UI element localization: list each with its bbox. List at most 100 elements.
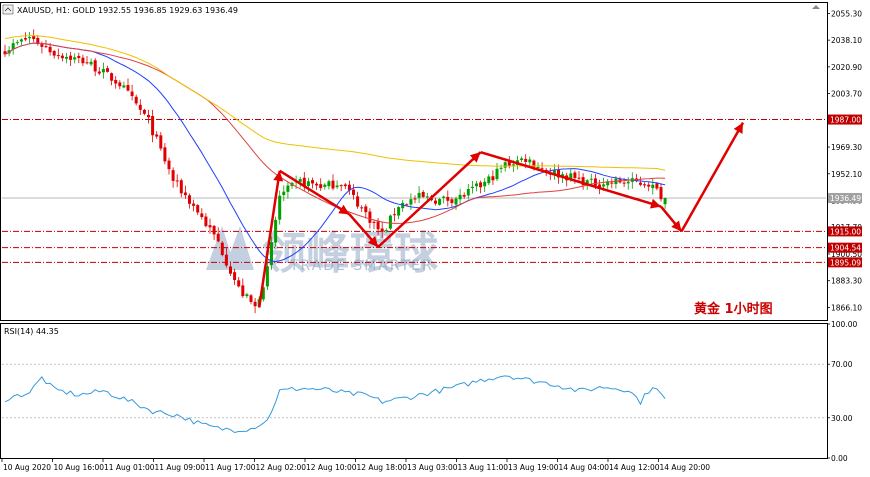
time-tick-label: 11 Aug 01:00 [104,463,155,472]
candle-body [647,184,651,187]
candle-body [52,50,56,56]
candle-body [405,204,409,206]
symbol-menu-icon[interactable] [2,4,14,15]
candle-body [241,285,245,297]
rsi-tick-label: 100.00 [831,320,857,329]
candle-body [253,301,257,307]
candle-body [655,183,659,189]
candle-body [454,198,458,205]
rsi-title: RSI(14) 44.35 [4,327,59,336]
candle-body [438,199,442,205]
time-tick-label: 10 Aug 16:00 [54,463,105,472]
watermark-tagline: TRADE SMARTER [289,258,434,274]
candle-body [524,158,528,162]
candle-body [114,79,118,84]
candle-body [286,185,290,192]
price-level-tag-2: 1915.00 [830,227,861,236]
candle-body [352,189,355,195]
candle-body [85,62,89,64]
candle-body [393,214,396,216]
candle-body [175,180,179,182]
price-tick-label: 1866.10 [831,303,862,312]
candle-body [659,187,663,200]
candle-body [40,44,44,47]
candle-body [216,233,220,242]
time-tick-label: 12 Aug 18:00 [357,463,408,472]
candle-body [265,266,269,287]
price-tick-label: 1883.30 [831,277,862,286]
candle-body [224,254,228,266]
candle-body [167,160,171,170]
candle-body [183,192,187,196]
candle-body [118,82,122,87]
candle-body [397,207,401,216]
candle-body [93,60,97,72]
rsi-axis: 100.00 70.00 30.00 0.00 [827,320,857,463]
candle-body [97,71,101,74]
time-tick-label: 13 Aug 19:00 [508,463,559,472]
symbol-ohlc-title: XAUUSD, H1: GOLD 1932.55 1936.85 1929.63… [17,6,238,15]
candle-body [663,198,667,205]
candle-body [470,186,474,189]
candle-body [81,57,85,64]
candle-body [69,55,73,60]
candle-body [188,195,191,204]
candle-body [483,181,487,187]
candle-body [142,109,146,114]
candle-body [466,189,470,196]
candle-body [315,183,319,186]
candle-body [77,55,81,58]
candle-body [110,73,114,81]
candle-body [602,184,606,187]
rsi-panel-frame [0,323,828,459]
candle-body [73,57,77,60]
candle-body [138,104,142,110]
time-tick-label: 11 Aug 17:00 [205,463,256,472]
candle-body [220,242,224,256]
candle-body [327,181,331,187]
candle-body [65,56,68,59]
candle-body [278,195,282,220]
price-tick-label: 1952.10 [831,170,862,179]
price-level-tags: 1987.00 1936.49 1915.00 1904.54 1895.09 [828,114,862,268]
candle-body [495,168,499,180]
rsi-tick-label: 70.00 [831,360,853,369]
candle-body [48,46,52,53]
candle-body [306,181,310,187]
candle-body [409,199,413,205]
candle-body [163,147,167,162]
candle-body [237,280,241,287]
candle-body [126,85,130,91]
time-tick-label: 14 Aug 12:00 [609,463,660,472]
candle-body [626,181,630,184]
candle-body [204,216,208,227]
time-tick-label: 10 Aug 2020 [3,463,51,472]
candle-body [372,221,376,223]
time-tick-label: 14 Aug 20:00 [660,463,711,472]
candle-body [147,114,150,118]
candle-body [192,203,196,206]
candle-body [458,194,462,200]
candle-body [311,180,314,184]
candle-body [159,135,163,149]
candle-body [19,39,23,42]
candle-body [528,159,532,163]
price-level-tag-3: 1904.54 [830,244,861,253]
candle-body [196,205,200,213]
candle-body [388,215,392,229]
candle-body [44,46,48,48]
candle-body [360,207,364,209]
candle-body [364,206,368,213]
candle-body [421,191,425,197]
candle-body [200,213,204,218]
candle-body [274,219,278,243]
candle-body [298,179,302,182]
candle-body [487,176,491,184]
candle-body [577,177,581,179]
time-tick-label: 14 Aug 04:00 [559,463,610,472]
price-tick-label: 2055.30 [831,9,862,18]
trading-chart[interactable]: 领峰環球 TRADE SMARTER 2055.302038.102020.90… [0,0,870,477]
price-tick-label: 2038.10 [831,36,862,45]
candle-body [573,172,577,178]
candle-body [610,182,614,184]
